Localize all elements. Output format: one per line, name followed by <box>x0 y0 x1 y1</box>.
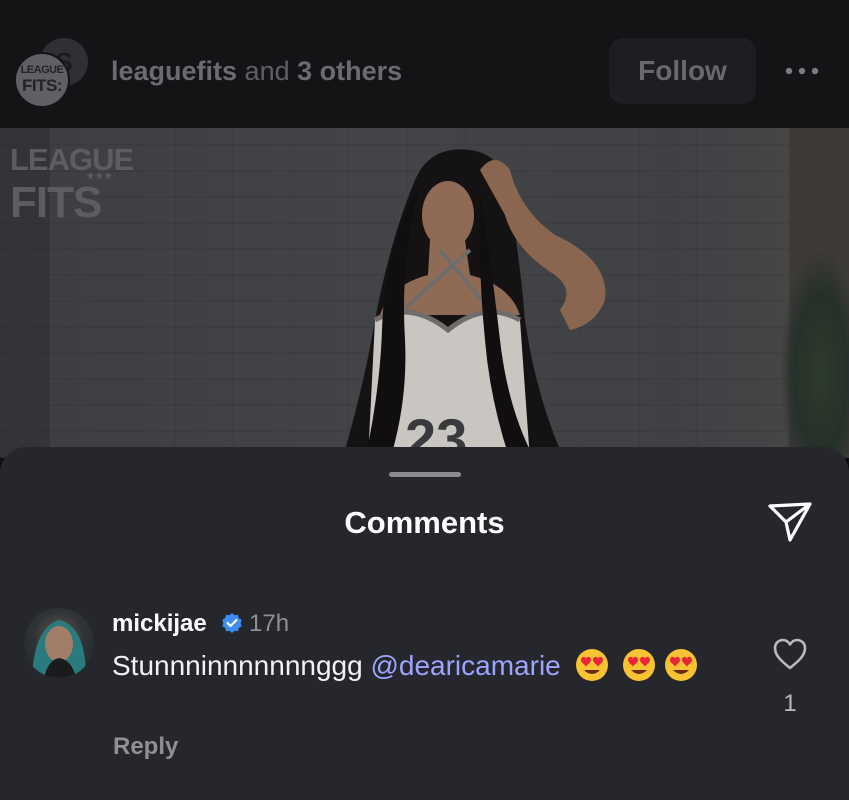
watermark-line1: LEAGUE <box>10 142 134 177</box>
author-connector: and <box>237 56 298 86</box>
heart-eyes-emoji <box>616 648 656 683</box>
reply-button[interactable]: Reply <box>113 733 178 761</box>
more-horizontal-icon[interactable] <box>784 66 820 76</box>
author-others[interactable]: 3 others <box>297 56 402 86</box>
post-header: S LEAGUE FITS: leaguefits and 3 others F… <box>0 0 849 128</box>
instagram-post-comments-screen: S LEAGUE FITS: leaguefits and 3 others F… <box>0 0 849 800</box>
watermark-line2: FITS <box>10 178 102 227</box>
collab-avatars[interactable]: S LEAGUE FITS: <box>14 38 88 110</box>
comment-mention-link[interactable]: @dearicamarie <box>370 650 560 681</box>
comment-timestamp: 17h <box>249 610 290 637</box>
verified-badge-icon <box>222 613 242 633</box>
paper-plane-icon[interactable] <box>766 500 814 544</box>
comment-text: Stunnninnnnnnnggg <box>112 650 371 681</box>
avatar-logo-line2: FITS: <box>22 76 63 95</box>
post-author-title[interactable]: leaguefits and 3 others <box>111 56 402 87</box>
leaguefits-avatar: LEAGUE FITS: <box>14 52 70 108</box>
comment-body: Stunnninnnnnnnggg @dearicamarie <box>112 648 732 683</box>
commenter-portrait <box>32 620 86 678</box>
heart-eyes-emoji <box>664 648 698 683</box>
heart-eyes-emoji <box>569 648 609 683</box>
watermark-stars: ★★★ <box>86 171 113 182</box>
comments-title: Comments <box>344 505 505 540</box>
author-username[interactable]: leaguefits <box>111 56 237 86</box>
plant <box>779 248 849 458</box>
heart-icon[interactable] <box>772 637 808 671</box>
model-figure: 23 <box>345 149 606 470</box>
sheet-drag-handle[interactable] <box>389 472 461 477</box>
leaguefits-watermark: LEAGUE FITS ★★★ <box>10 142 134 228</box>
like-count: 1 <box>783 690 797 717</box>
commenter-avatar[interactable] <box>24 608 94 678</box>
follow-button[interactable]: Follow <box>609 38 756 104</box>
comment-username[interactable]: mickijae <box>112 610 207 638</box>
avatar-logo-line1: LEAGUE <box>20 64 64 76</box>
